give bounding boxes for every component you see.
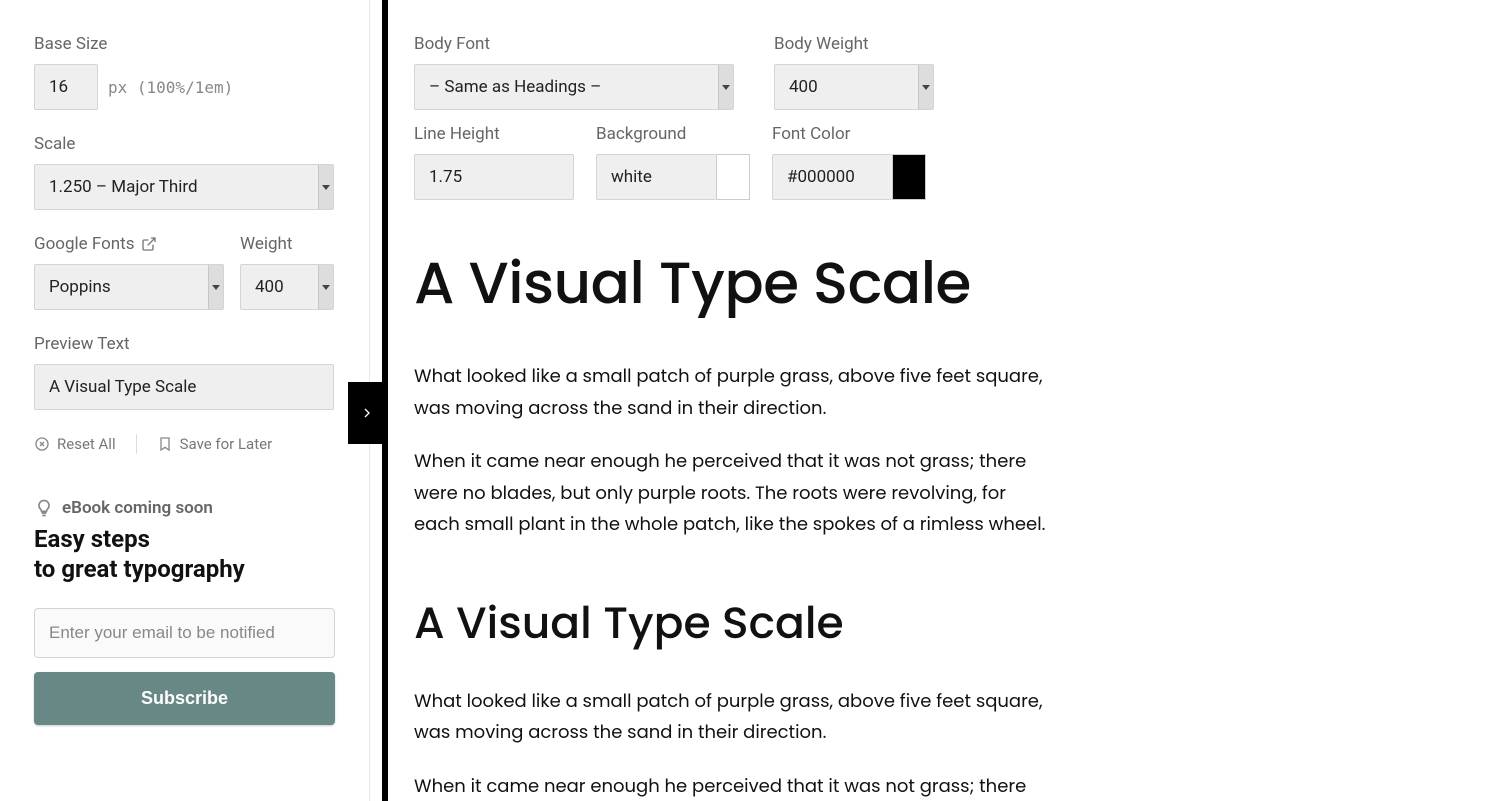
preview-text-field: Preview Text bbox=[34, 334, 335, 410]
preview-paragraph: When it came near enough he perceived th… bbox=[414, 771, 1054, 801]
action-row: Reset All Save for Later bbox=[34, 434, 335, 454]
base-size-suffix: px (100%/1em) bbox=[108, 78, 233, 97]
ebook-title: Easy steps to great typography bbox=[34, 524, 335, 584]
font-weight-row: Google Fonts Weight bbox=[34, 234, 335, 310]
bookmark-icon bbox=[157, 436, 173, 452]
base-size-input[interactable] bbox=[34, 64, 98, 110]
body-font-label: Body Font bbox=[414, 34, 734, 54]
preview-text-label: Preview Text bbox=[34, 334, 335, 354]
font-color-label: Font Color bbox=[772, 124, 926, 144]
sidebar: Base Size px (100%/1em) Scale Google Fon… bbox=[0, 0, 370, 801]
weight-select[interactable] bbox=[240, 264, 334, 310]
body-weight-select[interactable] bbox=[774, 64, 934, 110]
body-controls-row1: Body Font Body Weight bbox=[414, 34, 1460, 110]
font-color-swatch[interactable] bbox=[892, 154, 926, 200]
save-later-button[interactable]: Save for Later bbox=[157, 435, 273, 453]
preview-paragraph: What looked like a small patch of purple… bbox=[414, 686, 1054, 749]
background-input[interactable] bbox=[596, 154, 716, 200]
action-sep bbox=[136, 434, 137, 454]
google-fonts-label: Google Fonts bbox=[34, 234, 224, 254]
chevron-right-icon bbox=[359, 405, 375, 421]
preview-paragraph: What looked like a small patch of purple… bbox=[414, 361, 1054, 424]
weight-label: Weight bbox=[240, 234, 334, 254]
reset-icon bbox=[34, 436, 50, 452]
preview-text-input[interactable] bbox=[34, 364, 334, 410]
type-scale-preview: A Visual Type Scale What looked like a s… bbox=[414, 240, 1460, 801]
main-panel: Body Font Body Weight Line Height Backgr… bbox=[370, 0, 1500, 801]
body-font-select[interactable] bbox=[414, 64, 734, 110]
reset-all-button[interactable]: Reset All bbox=[34, 435, 116, 453]
font-color-input[interactable] bbox=[772, 154, 892, 200]
preview-heading-2: A Visual Type Scale bbox=[414, 591, 1460, 656]
scale-field: Scale bbox=[34, 134, 335, 210]
background-swatch[interactable] bbox=[716, 154, 750, 200]
scale-select[interactable] bbox=[34, 164, 334, 210]
base-size-label: Base Size bbox=[34, 34, 335, 54]
email-input[interactable] bbox=[34, 608, 335, 658]
subscribe-button[interactable]: Subscribe bbox=[34, 672, 335, 725]
ebook-promo: eBook coming soon Easy steps to great ty… bbox=[34, 498, 335, 725]
background-label: Background bbox=[596, 124, 750, 144]
ebook-kicker: eBook coming soon bbox=[34, 498, 335, 518]
body-controls-row2: Line Height Background Font Color bbox=[414, 124, 1460, 200]
google-fonts-select[interactable] bbox=[34, 264, 224, 310]
body-weight-label: Body Weight bbox=[774, 34, 934, 54]
preview-heading-1: A Visual Type Scale bbox=[414, 240, 1460, 327]
lightbulb-icon bbox=[34, 498, 54, 518]
collapse-sidebar-button[interactable] bbox=[348, 382, 386, 444]
line-height-input[interactable] bbox=[414, 154, 574, 200]
external-link-icon[interactable] bbox=[141, 236, 157, 252]
scale-label: Scale bbox=[34, 134, 335, 154]
preview-paragraph: When it came near enough he perceived th… bbox=[414, 446, 1054, 541]
line-height-label: Line Height bbox=[414, 124, 574, 144]
base-size-field: Base Size px (100%/1em) bbox=[34, 34, 335, 110]
